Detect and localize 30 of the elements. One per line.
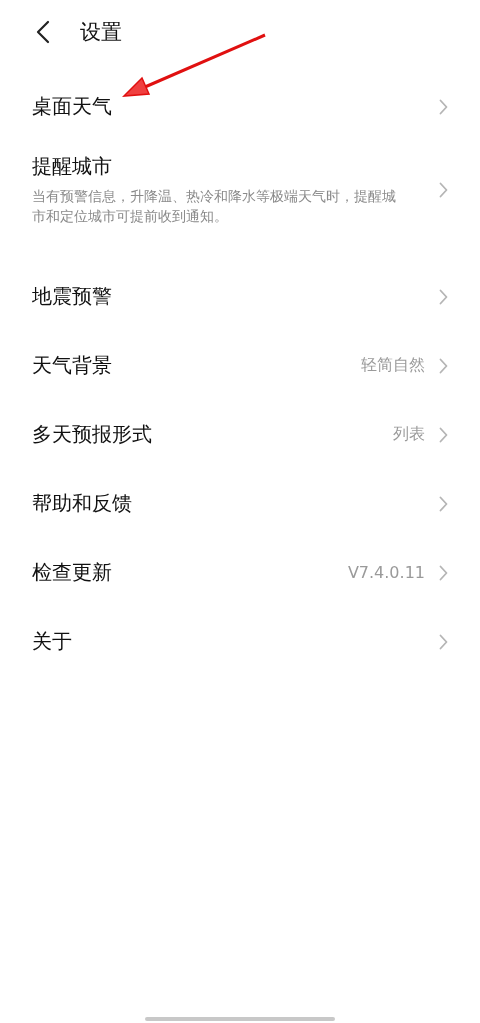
chevron-icon — [439, 98, 448, 115]
settings-item[interactable]: 地震预警 — [0, 262, 480, 331]
settings-item[interactable]: 提醒城市 当有预警信息，升降温、热冷和降水等极端天气时，提醒城市和定位城市可提前收到通知。 — [0, 141, 480, 238]
chevron-icon — [439, 495, 448, 512]
settings-item[interactable]: 天气背景 轻简自然 — [0, 331, 480, 400]
chevron-icon — [439, 357, 448, 374]
item-description: 当有预警信息，升降温、热冷和降水等极端天气时，提醒城市和定位城市可提前收到通知。 — [32, 187, 397, 226]
item-title: 检查更新 — [32, 559, 113, 586]
back-icon[interactable] — [36, 20, 50, 44]
item-title: 地震预警 — [32, 283, 113, 310]
item-title: 帮助和反馈 — [32, 490, 133, 517]
settings-item[interactable]: 帮助和反馈 — [0, 469, 480, 538]
chevron-icon — [439, 564, 448, 581]
item-title: 关于 — [32, 628, 73, 655]
settings-item[interactable]: 桌面天气 — [0, 72, 480, 141]
item-title: 桌面天气 — [32, 93, 113, 120]
item-value: 列表 — [393, 424, 425, 445]
chevron-icon — [439, 288, 448, 305]
page-title: 设置 — [80, 19, 122, 46]
item-title: 多天预报形式 — [32, 421, 153, 448]
settings-item[interactable]: 关于 — [0, 607, 480, 676]
item-value: 轻简自然 — [361, 355, 425, 376]
item-value: V7.4.0.11 — [347, 563, 425, 582]
chevron-icon — [439, 181, 448, 198]
chevron-icon — [439, 426, 448, 443]
item-title: 天气背景 — [32, 352, 113, 379]
item-title: 提醒城市 — [32, 153, 113, 180]
settings-item[interactable]: 检查更新 V7.4.0.11 — [0, 538, 480, 607]
chevron-icon — [439, 633, 448, 650]
settings-item[interactable]: 多天预报形式 列表 — [0, 400, 480, 469]
